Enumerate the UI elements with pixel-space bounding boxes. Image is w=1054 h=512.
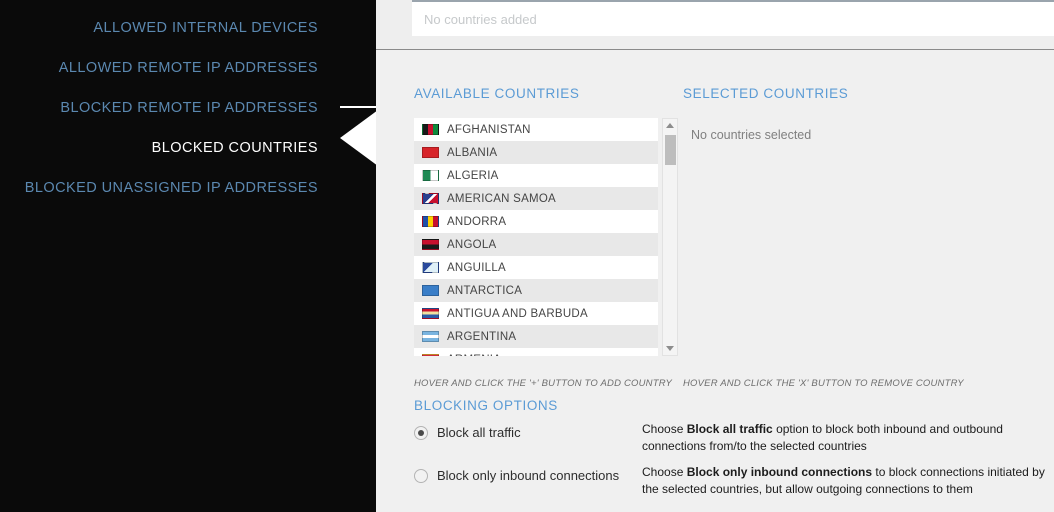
scroll-down-arrow-icon[interactable] xyxy=(666,346,674,351)
available-countries-list[interactable]: AFGHANISTAN ALBANIA ALGERIA AMERICAN SAMOA A… xyxy=(414,118,658,356)
added-countries-placeholder: No countries added xyxy=(424,12,537,27)
country-flag-icon xyxy=(422,239,439,250)
sidebar-item-0[interactable]: ALLOWED INTERNAL DEVICES xyxy=(0,8,376,48)
country-row[interactable]: ANGOLA xyxy=(414,233,658,256)
sidebar-nav: ALLOWED INTERNAL DEVICES ALLOWED REMOTE I… xyxy=(0,0,376,512)
available-list-hint: HOVER AND CLICK THE '+' BUTTON TO ADD CO… xyxy=(414,378,672,389)
country-flag-icon xyxy=(422,170,439,181)
available-countries-heading: AVAILABLE COUNTRIES xyxy=(414,86,580,101)
country-name: ALBANIA xyxy=(447,146,498,159)
radio-label-block-inbound-only: Block only inbound connections xyxy=(437,468,620,483)
selected-list-hint: HOVER AND CLICK THE 'X' BUTTON TO REMOVE… xyxy=(683,378,964,389)
country-name: ANTARCTICA xyxy=(447,284,523,297)
country-flag-icon xyxy=(422,262,439,273)
country-name: ALGERIA xyxy=(447,169,499,182)
sidebar-item-list: ALLOWED INTERNAL DEVICES ALLOWED REMOTE I… xyxy=(0,0,376,208)
radio-option-block-inbound-only[interactable]: Block only inbound connections xyxy=(414,468,619,483)
country-flag-icon xyxy=(422,331,439,342)
active-pointer-triangle xyxy=(340,110,378,166)
country-row[interactable]: ANGUILLA xyxy=(414,256,658,279)
scroll-up-arrow-icon[interactable] xyxy=(666,123,674,128)
country-flag-icon xyxy=(422,193,439,204)
country-row[interactable]: ANTIGUA AND BARBUDA xyxy=(414,302,658,325)
country-name: AFGHANISTAN xyxy=(447,123,531,136)
radio-button-icon[interactable] xyxy=(414,468,428,483)
country-name: ANGOLA xyxy=(447,238,497,251)
country-name: ANGUILLA xyxy=(447,261,506,274)
country-flag-icon xyxy=(422,216,439,227)
country-flag-icon xyxy=(422,308,439,319)
country-row[interactable]: ALGERIA xyxy=(414,164,658,187)
country-name: ANTIGUA AND BARBUDA xyxy=(447,307,588,320)
description-block-inbound-only: Choose Block only inbound connections to… xyxy=(642,465,1045,496)
active-pointer-rule xyxy=(340,106,380,108)
added-countries-strip: No countries added xyxy=(376,0,1054,50)
country-row[interactable]: ALBANIA xyxy=(414,141,658,164)
country-flag-icon xyxy=(422,147,439,158)
country-name: AMERICAN SAMOA xyxy=(447,192,556,205)
blocking-options-heading: BLOCKING OPTIONS xyxy=(414,398,558,413)
description-emphasis: Block all traffic xyxy=(686,422,773,436)
scrollbar-thumb[interactable] xyxy=(665,135,676,165)
country-row[interactable]: AMERICAN SAMOA xyxy=(414,187,658,210)
country-name: ARGENTINA xyxy=(447,330,517,343)
available-list-scrollbar[interactable] xyxy=(662,118,678,356)
country-row[interactable]: AFGHANISTAN xyxy=(414,118,658,141)
country-row[interactable]: ANDORRA xyxy=(414,210,658,233)
sidebar-item-1[interactable]: ALLOWED REMOTE IP ADDRESSES xyxy=(0,48,376,88)
country-flag-icon xyxy=(422,285,439,296)
sidebar-item-2[interactable]: BLOCKED REMOTE IP ADDRESSES xyxy=(0,88,376,128)
country-flag-icon xyxy=(422,124,439,135)
description-block-all-traffic: Choose Block all traffic option to block… xyxy=(642,422,1003,453)
radio-option-block-all-traffic[interactable]: Block all traffic xyxy=(414,425,521,440)
country-flag-icon xyxy=(422,354,439,356)
sidebar-item-3[interactable]: BLOCKED COUNTRIES xyxy=(0,128,376,168)
added-countries-field[interactable]: No countries added xyxy=(412,0,1054,36)
main-content: No countries added AVAILABLE COUNTRIES S… xyxy=(376,0,1054,512)
page-root: ALLOWED INTERNAL DEVICES ALLOWED REMOTE I… xyxy=(0,0,1054,512)
selected-countries-empty-text: No countries selected xyxy=(691,128,812,142)
country-name: ARMENIA xyxy=(447,354,501,357)
country-row[interactable]: ANTARCTICA xyxy=(414,279,658,302)
country-name: ANDORRA xyxy=(447,215,507,228)
sidebar-item-4[interactable]: BLOCKED UNASSIGNED IP ADDRESSES xyxy=(0,168,376,208)
country-row[interactable]: ARMENIA xyxy=(414,348,658,356)
radio-button-icon[interactable] xyxy=(414,425,428,440)
description-emphasis: Block only inbound connections xyxy=(686,465,873,479)
selected-countries-heading: SELECTED COUNTRIES xyxy=(683,86,849,101)
country-row[interactable]: ARGENTINA xyxy=(414,325,658,348)
radio-label-block-all-traffic: Block all traffic xyxy=(437,425,521,440)
